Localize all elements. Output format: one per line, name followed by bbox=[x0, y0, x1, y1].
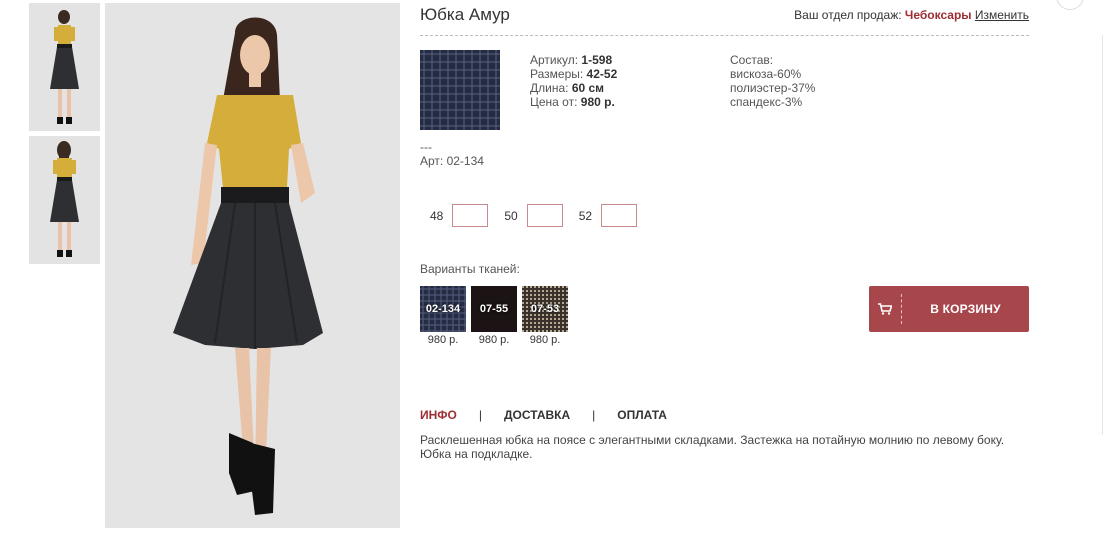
add-to-cart-button[interactable]: В КОРЗИНУ bbox=[869, 286, 1029, 332]
size-option: 48 bbox=[430, 204, 489, 227]
tab-payment[interactable]: ОПЛАТА bbox=[617, 408, 667, 422]
size-48-quantity-input[interactable] bbox=[452, 204, 489, 227]
variant-price: 980 р. bbox=[478, 334, 510, 346]
variant-code: 02-134 bbox=[425, 303, 461, 315]
tab-separator: | bbox=[592, 408, 596, 422]
description-line: Юбка на подкладке. bbox=[420, 447, 533, 461]
tab-delivery[interactable]: ДОСТАВКА bbox=[504, 408, 570, 422]
thumbnail-gallery bbox=[29, 3, 100, 269]
fabric-swatch[interactable]: 07-55 bbox=[471, 286, 517, 332]
tab-separator: | bbox=[478, 408, 482, 422]
size-50-quantity-input[interactable] bbox=[526, 204, 563, 227]
size-quantity-inputs: 48 50 52 bbox=[430, 204, 653, 227]
spec-length: Длина: 60 см bbox=[530, 81, 605, 95]
fabric-variant[interactable]: 07-55 980 р. bbox=[471, 286, 517, 346]
tab-info[interactable]: ИНФО bbox=[420, 408, 457, 422]
product-title: Юбка Амур bbox=[420, 5, 510, 24]
sales-region: Ваш отдел продаж: Чебоксары Изменить bbox=[794, 8, 1029, 22]
fabric-swatch[interactable]: 07-53 bbox=[522, 286, 568, 332]
fabric-variants: 02-134 980 р. 07-55 980 р. 07-53 980 р. bbox=[420, 286, 573, 346]
spec-price: Цена от: 980 р. bbox=[530, 95, 615, 109]
fabric-dash: --- bbox=[420, 140, 432, 154]
product-composition: Состав: вискоза-60% полиэстер-37% спанде… bbox=[730, 53, 815, 109]
product-description: Расклешенная юбка на поясе с элегантными… bbox=[420, 433, 1030, 461]
fabric-article: Арт: 02-134 bbox=[420, 154, 484, 168]
composition-item: полиэстер-37% bbox=[730, 81, 816, 95]
size-label: 48 bbox=[430, 208, 444, 223]
region-city: Чебоксары bbox=[904, 8, 972, 22]
fabric-swatch[interactable]: 02-134 bbox=[420, 286, 466, 332]
cart-icon bbox=[869, 286, 901, 332]
scroll-divider bbox=[1102, 35, 1103, 435]
composition-item: вискоза-60% bbox=[730, 67, 802, 81]
description-line: Расклешенная юбка на поясе с элегантными… bbox=[420, 433, 1005, 447]
variant-price: 980 р. bbox=[529, 334, 561, 346]
spec-sizes: Размеры: 42-52 bbox=[530, 67, 618, 81]
variant-code: 07-55 bbox=[479, 303, 509, 315]
variant-price: 980 р. bbox=[427, 334, 459, 346]
title-divider bbox=[420, 35, 1029, 36]
info-tabs: ИНФО | ДОСТАВКА | ОПЛАТА bbox=[420, 408, 667, 422]
fabric-sample-image[interactable] bbox=[420, 50, 500, 130]
composition-label: Состав: bbox=[730, 53, 774, 67]
product-specs: Артикул: 1-598 Размеры: 42-52 Длина: 60 … bbox=[530, 53, 617, 109]
close-button[interactable] bbox=[1056, 0, 1084, 10]
size-option: 52 bbox=[578, 204, 638, 227]
size-option: 50 bbox=[504, 204, 563, 227]
change-region-link[interactable]: Изменить bbox=[975, 8, 1029, 22]
fabric-variants-label: Варианты тканей: bbox=[420, 262, 520, 276]
region-label: Ваш отдел продаж: bbox=[794, 8, 902, 22]
composition-item: спандекс-3% bbox=[730, 95, 803, 109]
fabric-variant[interactable]: 02-134 980 р. bbox=[420, 286, 466, 346]
size-label: 52 bbox=[578, 208, 593, 223]
thumbnail-back[interactable] bbox=[29, 136, 100, 264]
add-to-cart-label: В КОРЗИНУ bbox=[930, 302, 1001, 316]
variant-code: 07-53 bbox=[530, 303, 560, 315]
product-main-image[interactable] bbox=[105, 3, 400, 528]
size-52-quantity-input[interactable] bbox=[601, 204, 638, 227]
spec-article: Артикул: 1-598 bbox=[530, 53, 613, 67]
size-label: 50 bbox=[504, 208, 518, 223]
thumbnail-front[interactable] bbox=[29, 3, 100, 131]
fabric-variant[interactable]: 07-53 980 р. bbox=[522, 286, 568, 346]
